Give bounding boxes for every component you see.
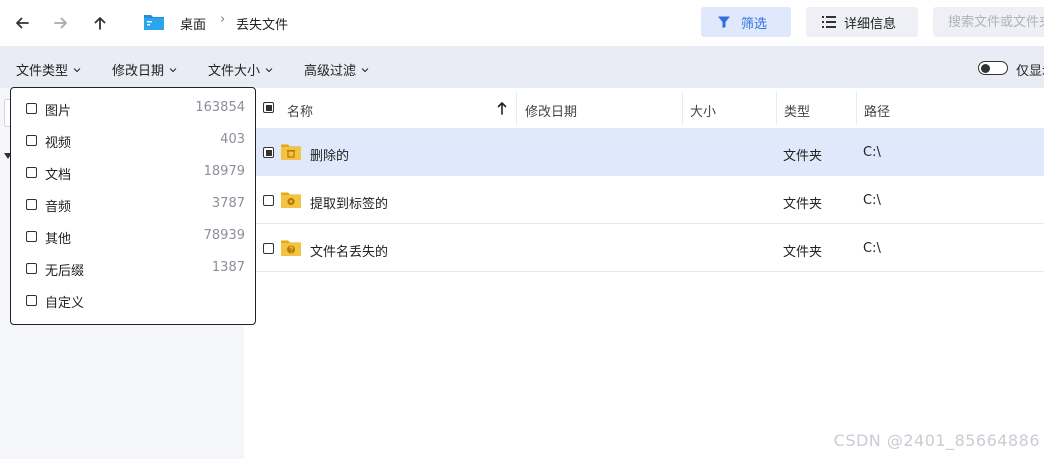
dropdown-item-label: 视频: [45, 136, 72, 151]
chevron-down-icon: [73, 67, 81, 72]
row-path: C:\: [863, 241, 881, 256]
row-name: 文件名丢失的: [310, 245, 389, 260]
row-checkbox[interactable]: [263, 195, 274, 206]
forward-button[interactable]: [49, 11, 73, 35]
row-name: 提取到标签的: [310, 197, 389, 212]
arrow-right-icon: [54, 17, 67, 29]
modified-date-filter-label: 修改日期: [112, 64, 165, 79]
chevron-down-icon: [361, 67, 369, 72]
dropdown-checkbox[interactable]: [26, 167, 37, 178]
modified-date-filter[interactable]: 修改日期: [112, 60, 177, 79]
table-row[interactable]: 文件名丢失的 文件夹 C:\: [244, 225, 1044, 272]
dropdown-item-images[interactable]: 图片 163854: [11, 93, 255, 125]
dropdown-item-count: 78939: [203, 228, 245, 243]
dropdown-item-videos[interactable]: 视频 403: [11, 125, 255, 157]
dropdown-item-label: 无后缀: [45, 264, 85, 279]
dropdown-checkbox[interactable]: [26, 263, 37, 274]
dropdown-item-count: 3787: [211, 196, 245, 211]
column-divider[interactable]: [516, 92, 517, 125]
dropdown-item-count: 403: [220, 132, 245, 147]
dropdown-item-label: 图片: [45, 104, 72, 119]
funnel-icon: [718, 16, 730, 28]
dropdown-item-count: 163854: [195, 100, 245, 115]
show-only-toggle-label: 仅显示: [1016, 64, 1044, 79]
dropdown-item-custom[interactable]: 自定义: [11, 285, 255, 317]
breadcrumb-separator: ›: [220, 12, 226, 27]
filter-button-label: 筛选: [741, 16, 768, 32]
dropdown-item-other[interactable]: 其他 78939: [11, 221, 255, 253]
advanced-filter-label: 高级过滤: [304, 64, 357, 79]
dropdown-item-count: 1387: [211, 260, 245, 275]
dropdown-checkbox[interactable]: [26, 231, 37, 242]
column-header-modified[interactable]: 修改日期: [525, 101, 577, 120]
dropdown-item-label: 其他: [45, 232, 72, 247]
dropdown-item-label: 文档: [45, 168, 72, 183]
row-path: C:\: [863, 193, 881, 208]
table-row[interactable]: 删除的 文件夹 C:\: [244, 129, 1044, 176]
toggle-knob: [981, 63, 990, 73]
deleted-folder-icon: [281, 144, 301, 160]
row-type: 文件夹: [783, 197, 823, 212]
filter-bar: 文件类型 修改日期 文件大小 高级过滤: [0, 46, 1044, 88]
row-path: C:\: [863, 145, 881, 160]
dropdown-checkbox[interactable]: [26, 295, 37, 306]
dropdown-checkbox[interactable]: [26, 199, 37, 210]
show-only-toggle[interactable]: [978, 61, 1008, 75]
breadcrumb-lost-files[interactable]: 丢失文件: [236, 14, 288, 33]
watermark: CSDN @2401_85664886: [833, 431, 1040, 450]
dropdown-item-label: 自定义: [45, 296, 85, 311]
dropdown-item-count: 18979: [203, 164, 245, 179]
dropdown-item-documents[interactable]: 文档 18979: [11, 157, 255, 189]
details-button-label: 详细信息: [844, 16, 897, 32]
row-checkbox[interactable]: [263, 243, 274, 254]
dropdown-item-audio[interactable]: 音频 3787: [11, 189, 255, 221]
table-row[interactable]: 提取到标签的 文件夹 C:\: [244, 177, 1044, 224]
column-divider[interactable]: [682, 92, 683, 125]
table-header: 名称 修改日期 大小 类型 路径: [244, 88, 1044, 129]
row-checkbox[interactable]: [263, 147, 274, 158]
dropdown-checkbox[interactable]: [26, 103, 37, 114]
up-button[interactable]: [88, 11, 112, 35]
list-icon: [822, 16, 836, 28]
tagged-folder-icon: [281, 192, 301, 208]
column-header-name[interactable]: 名称: [287, 101, 313, 120]
filter-button[interactable]: 筛选: [701, 7, 791, 37]
select-all-checkbox[interactable]: [263, 102, 274, 113]
file-size-filter[interactable]: 文件大小: [208, 60, 273, 79]
file-type-filter-label: 文件类型: [16, 64, 69, 79]
arrow-up-icon: [94, 17, 106, 30]
top-toolbar: 桌面 › 丢失文件 筛选 详细信息: [0, 0, 1044, 46]
row-type: 文件夹: [783, 149, 823, 164]
file-type-filter[interactable]: 文件类型: [16, 60, 81, 79]
chevron-down-icon: [169, 67, 177, 72]
details-button[interactable]: 详细信息: [806, 7, 918, 37]
column-divider[interactable]: [776, 92, 777, 125]
row-name: 删除的: [310, 149, 350, 164]
column-divider[interactable]: [856, 92, 857, 125]
unknown-folder-icon: [281, 240, 301, 256]
desktop-folder-icon: [144, 15, 164, 30]
back-button[interactable]: [10, 11, 34, 35]
breadcrumb-desktop[interactable]: 桌面: [180, 14, 206, 33]
dropdown-item-no-extension[interactable]: 无后缀 1387: [11, 253, 255, 285]
file-type-dropdown: 图片 163854 视频 403 文档 18979 音频 3787 其他 789…: [10, 87, 256, 325]
file-size-filter-label: 文件大小: [208, 64, 261, 79]
chevron-down-icon: [265, 67, 273, 72]
dropdown-item-label: 音频: [45, 200, 72, 215]
arrow-left-icon: [16, 17, 29, 29]
advanced-filter[interactable]: 高级过滤: [304, 60, 369, 79]
dropdown-checkbox[interactable]: [26, 135, 37, 146]
search-input[interactable]: [933, 7, 1044, 37]
column-header-type[interactable]: 类型: [784, 101, 810, 120]
column-header-path[interactable]: 路径: [864, 101, 890, 120]
row-type: 文件夹: [783, 245, 823, 260]
sort-ascending-icon[interactable]: [497, 101, 507, 115]
column-header-size[interactable]: 大小: [690, 101, 716, 120]
